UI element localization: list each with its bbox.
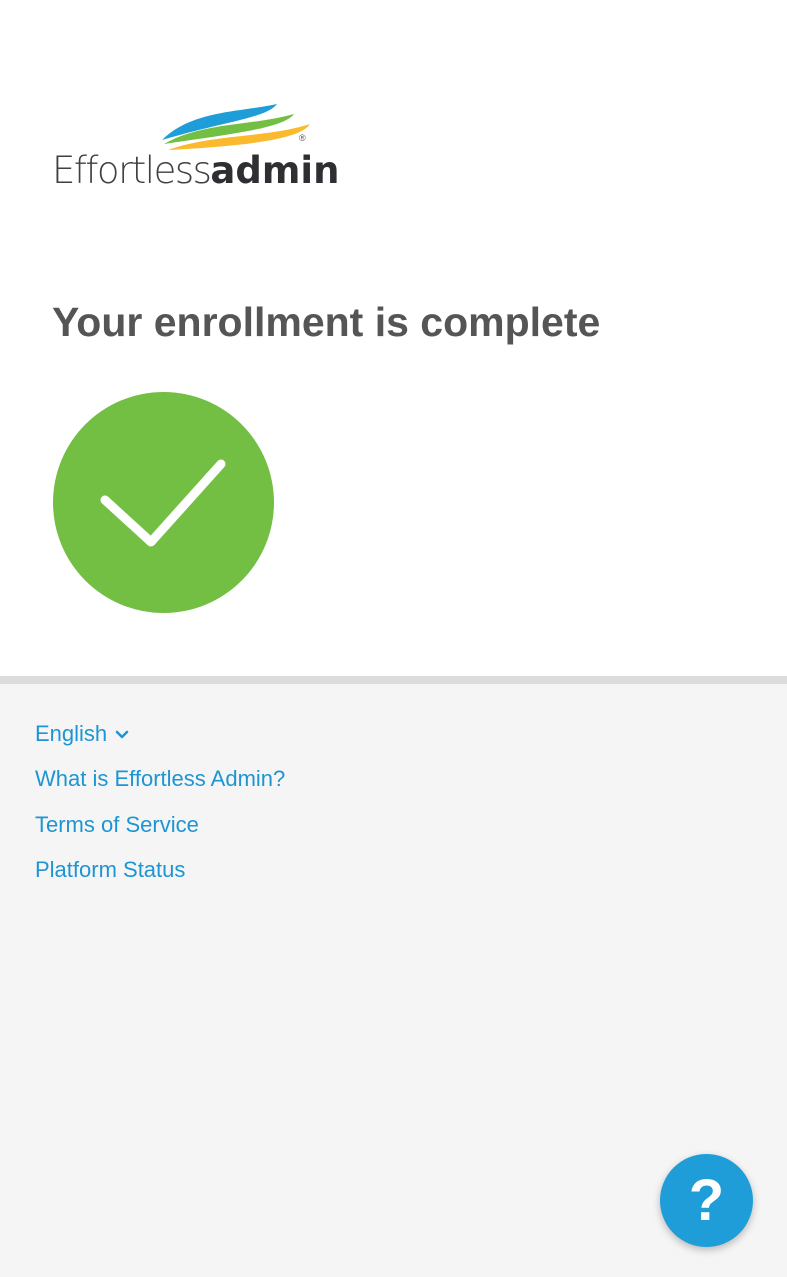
main-panel: ® Effortlessadmin Your enrollment is com… [0, 0, 787, 676]
platform-status-link[interactable]: Platform Status [35, 856, 185, 884]
registered-mark: ® [299, 133, 306, 143]
what-is-effortless-admin-link[interactable]: What is Effortless Admin? [35, 765, 285, 793]
logo-text-light: Effortless [52, 149, 212, 192]
help-icon: ? [688, 1167, 725, 1233]
footer-divider [0, 676, 787, 684]
terms-of-service-link[interactable]: Terms of Service [35, 811, 199, 839]
language-selector[interactable]: English [35, 720, 129, 748]
logo-wordmark: Effortlessadmin [52, 146, 339, 195]
language-label: English [35, 721, 108, 746]
chevron-down-icon [115, 730, 129, 739]
checkmark-circle-icon [53, 392, 274, 613]
logo-text-bold: admin [210, 149, 340, 192]
help-button[interactable]: ? [660, 1154, 753, 1247]
effortless-admin-logo: ® Effortlessadmin [52, 100, 339, 195]
page-title: Your enrollment is complete [52, 299, 601, 345]
